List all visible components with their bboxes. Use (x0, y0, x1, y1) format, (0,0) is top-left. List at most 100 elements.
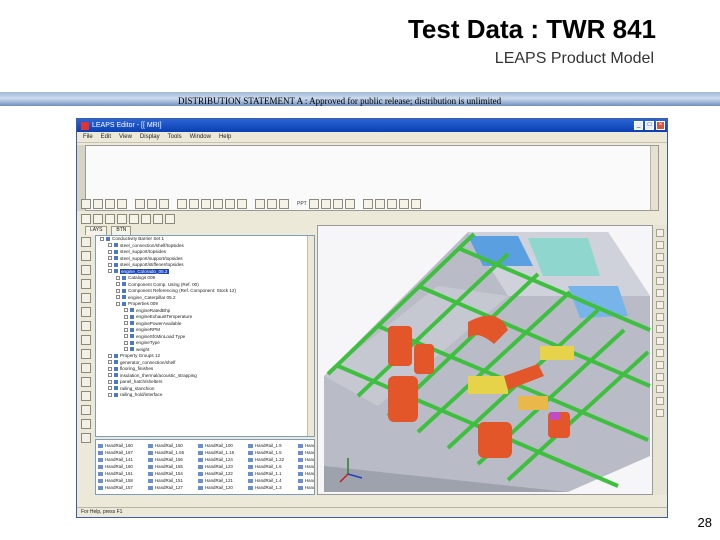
tool-table-icon[interactable] (80, 419, 91, 429)
model-tree[interactable]: Conductivity Barrier Set 1 steel_connecti… (95, 235, 315, 437)
expand-toggle-icon[interactable] (116, 295, 120, 300)
tool-box-icon[interactable] (80, 251, 91, 261)
expand-toggle-icon[interactable] (108, 269, 112, 274)
list-item[interactable]: Hand (298, 484, 314, 491)
list-item[interactable]: HandRail_1.1 (248, 470, 298, 477)
render-icon[interactable] (225, 199, 235, 209)
maximize-button[interactable]: □ (645, 121, 654, 130)
snap-icon[interactable] (374, 199, 385, 209)
menu-display[interactable]: Display (140, 134, 160, 140)
view-help-icon[interactable] (656, 409, 664, 417)
expand-toggle-icon[interactable] (116, 301, 120, 306)
zoom-out-icon[interactable] (267, 199, 277, 209)
view-light-icon[interactable] (656, 361, 664, 369)
list-item[interactable]: HandRail_156 (148, 456, 198, 463)
expand-toggle-icon[interactable] (108, 243, 112, 248)
select-icon[interactable] (189, 199, 199, 209)
array-icon[interactable] (153, 214, 163, 224)
sphere-icon[interactable] (398, 199, 409, 209)
expand-toggle-icon[interactable] (124, 334, 128, 339)
list-item[interactable]: HandRail_150 (148, 442, 198, 449)
expand-toggle-icon[interactable] (124, 321, 128, 326)
expand-toggle-icon[interactable] (108, 256, 112, 261)
expand-toggle-icon[interactable] (124, 308, 128, 313)
properties-icon[interactable] (165, 214, 175, 224)
list-item[interactable]: HandRail_158 (98, 477, 148, 484)
tool-split-icon[interactable] (80, 335, 91, 345)
output-scrollbar[interactable] (650, 146, 658, 210)
view-print-icon[interactable] (656, 385, 664, 393)
list-item[interactable]: HandRail_154 (148, 470, 198, 477)
tool-arrow-icon[interactable] (80, 237, 91, 247)
view-left-icon[interactable] (656, 277, 664, 285)
menu-window[interactable]: Window (190, 134, 211, 140)
mirror-icon[interactable] (141, 214, 151, 224)
tab-lays[interactable]: LAYS (85, 226, 108, 235)
delete-icon[interactable] (81, 214, 91, 224)
view-right-icon[interactable] (656, 289, 664, 297)
grid-icon[interactable] (201, 199, 211, 209)
section-icon[interactable] (344, 199, 355, 209)
view-pan-icon[interactable] (656, 325, 664, 333)
expand-toggle-icon[interactable] (108, 360, 112, 365)
list-item[interactable]: HandRail_127 (148, 484, 198, 491)
3d-viewport[interactable] (317, 225, 653, 495)
minimize-button[interactable]: _ (634, 121, 643, 130)
list-item[interactable]: HandRail_157 (98, 484, 148, 491)
view-bottom-icon[interactable] (656, 265, 664, 273)
layers-icon[interactable] (213, 199, 223, 209)
tool-sort-az-icon[interactable] (80, 279, 91, 289)
tool-import-icon[interactable] (80, 307, 91, 317)
view-iso-icon[interactable] (656, 301, 664, 309)
list-item[interactable]: HandRail_1.6 (248, 463, 298, 470)
expand-toggle-icon[interactable] (108, 386, 112, 391)
tool-sort-za-icon[interactable] (80, 293, 91, 303)
list-item[interactable]: HandRail_160 (98, 442, 148, 449)
expand-toggle-icon[interactable] (124, 314, 128, 319)
move-icon[interactable] (117, 214, 127, 224)
expand-toggle-icon[interactable] (108, 353, 112, 358)
tree-node[interactable]: railing_hold/interface (96, 392, 314, 399)
expand-toggle-icon[interactable] (124, 327, 128, 332)
shade-icon[interactable] (332, 199, 343, 209)
list-item[interactable]: HandRail_167 (98, 449, 148, 456)
view-back-icon[interactable] (656, 241, 664, 249)
list-item[interactable]: HandRail_1.5 (248, 449, 298, 456)
expand-toggle-icon[interactable] (108, 392, 112, 397)
ship-model-render[interactable] (318, 226, 653, 495)
list-item[interactable]: HandRail_122 (198, 470, 248, 477)
wireframe-icon[interactable] (320, 199, 331, 209)
list-item[interactable]: HandRail_120 (198, 484, 248, 491)
undo-icon[interactable] (93, 214, 103, 224)
menu-tools[interactable]: Tools (168, 134, 182, 140)
view-zoom-icon[interactable] (656, 349, 664, 357)
tool-chart-icon[interactable] (80, 433, 91, 443)
list-item[interactable]: Hand (298, 449, 314, 456)
tool-point-icon[interactable] (80, 349, 91, 359)
globe-icon[interactable] (386, 199, 397, 209)
list-item[interactable]: HandRail_161 (98, 470, 148, 477)
new-icon[interactable] (81, 199, 91, 209)
expand-toggle-icon[interactable] (116, 288, 120, 293)
tool-group-icon[interactable] (80, 405, 91, 415)
view-export-icon[interactable] (656, 397, 664, 405)
tab-btn[interactable]: BTN (111, 226, 132, 235)
view-top-icon[interactable] (656, 253, 664, 261)
expand-toggle-icon[interactable] (100, 236, 104, 241)
expand-toggle-icon[interactable] (116, 282, 120, 287)
view-fit-icon[interactable] (656, 313, 664, 321)
list-item[interactable]: HandRail_141 (98, 456, 148, 463)
list-item[interactable]: HandRail_1.22 (248, 456, 298, 463)
expand-toggle-icon[interactable] (108, 373, 112, 378)
list-item[interactable]: Hand (298, 442, 314, 449)
list-item[interactable]: HandRail_1.9 (248, 442, 298, 449)
tool-diamond-icon[interactable] (80, 363, 91, 373)
list-item[interactable]: Hand (298, 456, 314, 463)
list-item[interactable]: HandRail_123 (198, 463, 248, 470)
view-front-icon[interactable] (656, 229, 664, 237)
measure-icon[interactable] (362, 199, 373, 209)
list-item[interactable]: HandRail_124 (198, 456, 248, 463)
list-item[interactable]: HandRail_155 (148, 463, 198, 470)
open-icon[interactable] (93, 199, 103, 209)
list-item[interactable]: HandRail_1.3 (248, 484, 298, 491)
